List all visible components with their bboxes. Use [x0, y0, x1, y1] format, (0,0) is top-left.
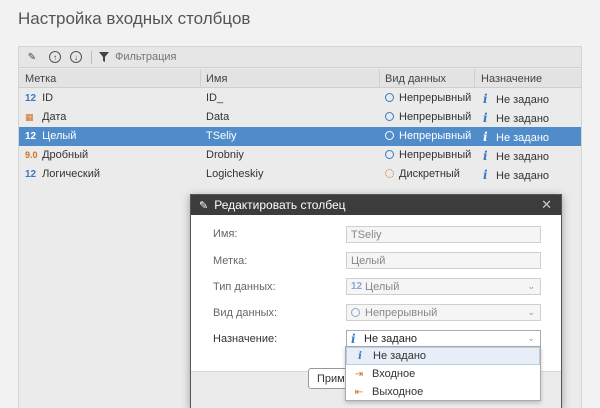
info-icon: i: [483, 149, 488, 163]
info-icon: i: [483, 130, 488, 144]
table-row[interactable]: ▦ Дата Data Непрерывный i Не задано: [19, 108, 581, 127]
option-label: Входное: [372, 368, 416, 380]
row-purpose: Не задано: [496, 151, 550, 163]
continuous-icon: [385, 93, 394, 102]
purpose-value: Не задано: [364, 332, 418, 345]
header-kind[interactable]: Вид данных: [385, 73, 446, 85]
integer-type-icon: 12: [351, 281, 363, 292]
row-purpose: Не задано: [496, 94, 550, 106]
toolbar: ✎ ↑ ↓: [19, 47, 581, 68]
row-kind: Непрерывный: [399, 130, 472, 142]
row-kind: Непрерывный: [399, 111, 472, 123]
row-kind: Дискретный: [399, 168, 460, 180]
label-value: Целый: [351, 254, 386, 267]
grid-rows: 12 ID ID_ Непрерывный i Не задано ▦ Дата …: [19, 89, 581, 184]
table-row-selected[interactable]: 12 Целый TSeliy Непрерывный i Не задано: [19, 127, 581, 146]
row-name: Drobniy: [206, 149, 244, 161]
dialog-header: ✎ Редактировать столбец ✕: [191, 195, 561, 215]
decimal-type-icon: 9.0: [25, 150, 38, 160]
dialog-title: Редактировать столбец: [214, 198, 346, 212]
row-kind: Непрерывный: [399, 92, 472, 104]
row-label: Логический: [42, 168, 101, 180]
row-purpose: Не задано: [496, 113, 550, 125]
row-kind: Непрерывный: [399, 149, 472, 161]
row-label: Дата: [42, 111, 67, 123]
move-up-icon[interactable]: ↑: [49, 51, 61, 63]
dtype-value: Целый: [365, 280, 400, 293]
toolbar-separator: [91, 51, 92, 64]
row-name: TSeliy: [206, 130, 237, 142]
purpose-label: Назначение:: [213, 333, 278, 345]
info-icon: i: [351, 331, 356, 346]
row-name: Logicheskiy: [206, 168, 264, 180]
pencil-icon: ✎: [199, 199, 209, 212]
input-arrow-icon: ⇥: [354, 368, 364, 380]
row-label: ID: [42, 92, 54, 104]
filter-box: [99, 49, 579, 65]
edit-pencil-icon[interactable]: ✎: [25, 50, 39, 64]
kind-label: Вид данных:: [213, 307, 278, 319]
filter-icon: [99, 52, 109, 62]
row-name: Data: [206, 111, 230, 123]
kind-value: Непрерывный: [365, 306, 438, 319]
option-input[interactable]: ⇥ Входное: [346, 365, 540, 383]
kind-select[interactable]: Непрерывный ⌄: [346, 304, 541, 321]
row-label: Целый: [42, 130, 77, 142]
purpose-select[interactable]: i Не задано ⌄: [346, 330, 541, 347]
output-arrow-icon: ⇤: [354, 386, 364, 398]
continuous-icon: [351, 308, 360, 317]
info-icon: i: [483, 111, 488, 125]
option-label: Выходное: [372, 386, 424, 398]
integer-type-icon: 12: [25, 131, 37, 142]
integer-type-icon: 12: [25, 169, 37, 180]
table-row[interactable]: 9.0 Дробный Drobniy Непрерывный i Не зада…: [19, 146, 581, 165]
header-purpose[interactable]: Назначение: [481, 73, 542, 85]
chevron-down-icon: ⌄: [527, 307, 535, 317]
table-row[interactable]: 12 Логический Logicheskiy Дискретный i Не…: [19, 165, 581, 184]
name-field[interactable]: TSeliy: [346, 226, 541, 243]
discrete-icon: [385, 169, 394, 178]
chevron-down-icon: ⌄: [527, 333, 535, 343]
header-label[interactable]: Метка: [25, 73, 56, 85]
info-icon: i: [483, 168, 488, 182]
row-purpose: Не задано: [496, 170, 550, 182]
calendar-icon: ▦: [25, 112, 34, 122]
row-label: Дробный: [42, 149, 89, 161]
option-not-set[interactable]: i Не задано: [346, 347, 540, 365]
option-label: Не задано: [373, 350, 427, 362]
header-name[interactable]: Имя: [206, 73, 227, 85]
name-label: Имя:: [213, 228, 238, 240]
label-field[interactable]: Целый: [346, 252, 541, 269]
row-purpose: Не задано: [496, 132, 550, 144]
grid-header: Метка Имя Вид данных Назначение: [19, 69, 581, 88]
close-icon[interactable]: ✕: [541, 197, 552, 213]
table-row[interactable]: 12 ID ID_ Непрерывный i Не задано: [19, 89, 581, 108]
filter-input[interactable]: [115, 51, 515, 63]
continuous-icon: [385, 112, 394, 121]
dtype-label: Тип данных:: [213, 281, 276, 293]
integer-type-icon: 12: [25, 93, 37, 104]
row-name: ID_: [206, 92, 224, 104]
name-value: TSeliy: [351, 228, 382, 241]
dtype-select[interactable]: 12 Целый ⌄: [346, 278, 541, 295]
info-icon: i: [483, 92, 488, 106]
continuous-icon: [385, 150, 394, 159]
chevron-down-icon: ⌄: [527, 281, 535, 291]
option-output[interactable]: ⇤ Выходное: [346, 383, 540, 401]
purpose-dropdown: i Не задано ⇥ Входное ⇤ Выходное: [345, 346, 541, 401]
page-title: Настройка входных столбцов: [18, 9, 251, 28]
label-label: Метка:: [213, 255, 248, 267]
move-down-icon[interactable]: ↓: [70, 51, 82, 63]
info-icon: i: [358, 350, 362, 362]
continuous-icon: [385, 131, 394, 140]
